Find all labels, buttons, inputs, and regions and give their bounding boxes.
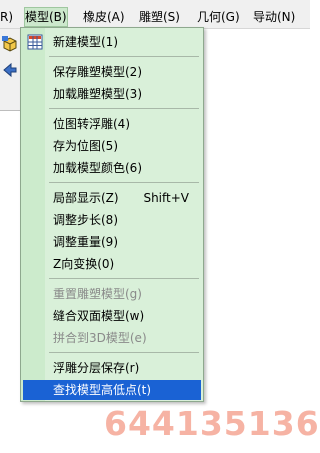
menu-item-adjust-weight[interactable]: 调整重量(9) (23, 232, 201, 252)
menu-item-label: 加载雕塑模型(3) (53, 87, 142, 101)
menu-item-label: 浮雕分层保存(r) (53, 361, 140, 375)
menu-item-label: 拼合到3D模型(e) (53, 331, 147, 345)
menu-item-label: 查找模型高低点(t) (53, 383, 152, 397)
menu-item-label: 位图转浮雕(4) (53, 117, 130, 131)
menu-item-label: 调整步长(8) (53, 213, 118, 227)
menu-item-label: 调整重量(9) (53, 235, 118, 249)
menu-item-label: 新建模型(1) (53, 35, 118, 49)
menu-item-bitmap-to-relief[interactable]: 位图转浮雕(4) (23, 114, 201, 134)
menu-guide[interactable]: 导动(N) (253, 8, 295, 26)
menu-item-adjust-step[interactable]: 调整步长(8) (23, 210, 201, 230)
cube-icon[interactable] (1, 35, 19, 53)
watermark: 644135136 (104, 404, 320, 443)
menu-separator (49, 108, 199, 109)
menu-separator (49, 56, 199, 57)
menu-geometry[interactable]: 几何(G) (197, 8, 240, 26)
menu-item-load-sculpt-model[interactable]: 加载雕塑模型(3) (23, 84, 201, 104)
menu-separator (49, 352, 199, 353)
menu-item-reset-sculpt-model: 重置雕塑模型(g) (23, 284, 201, 304)
menu-r[interactable]: R) (0, 8, 13, 26)
model-dropdown-menu: 新建模型(1) 保存雕塑模型(2) 加载雕塑模型(3) 位图转浮雕(4) 存为位… (20, 27, 204, 402)
menu-separator (49, 278, 199, 279)
menu-item-label: 缝合双面模型(w) (53, 309, 145, 323)
menu-eraser[interactable]: 橡皮(A) (83, 8, 125, 26)
menu-item-shortcut: Shift+V (143, 191, 189, 205)
menu-sculpt[interactable]: 雕塑(S) (139, 8, 180, 26)
menu-item-label: 加载模型颜色(6) (53, 161, 142, 175)
menu-item-label: Z向变换(0) (53, 257, 115, 271)
menu-item-merge-to-3d: 拼合到3D模型(e) (23, 328, 201, 348)
menu-item-stitch-double-sided[interactable]: 缝合双面模型(w) (23, 306, 201, 326)
menu-model[interactable]: 模型(B) (24, 7, 68, 27)
menu-item-save-as-bitmap[interactable]: 存为位图(5) (23, 136, 201, 156)
menu-item-find-high-low-points[interactable]: 查找模型高低点(t) (23, 380, 201, 400)
menu-item-label: 重置雕塑模型(g) (53, 287, 142, 301)
menu-item-label: 存为位图(5) (53, 139, 118, 153)
menu-item-label: 保存雕塑模型(2) (53, 65, 142, 79)
menu-item-label: 局部显示(Z) (53, 191, 119, 205)
menu-item-load-model-color[interactable]: 加载模型颜色(6) (23, 158, 201, 178)
menubar: R) 模型(B) 橡皮(A) 雕塑(S) 几何(G) 导动(N) (0, 0, 310, 29)
menu-item-relief-layer-save[interactable]: 浮雕分层保存(r) (23, 358, 201, 378)
grid-icon (27, 34, 43, 50)
arrow-tool-icon[interactable] (1, 61, 19, 79)
menu-item-new-model[interactable]: 新建模型(1) (23, 32, 201, 52)
menu-item-save-sculpt-model[interactable]: 保存雕塑模型(2) (23, 62, 201, 82)
menu-item-local-display[interactable]: 局部显示(Z) Shift+V (23, 188, 201, 208)
menu-item-z-transform[interactable]: Z向变换(0) (23, 254, 201, 274)
menu-separator (49, 182, 199, 183)
toolbar-divider (0, 110, 22, 111)
